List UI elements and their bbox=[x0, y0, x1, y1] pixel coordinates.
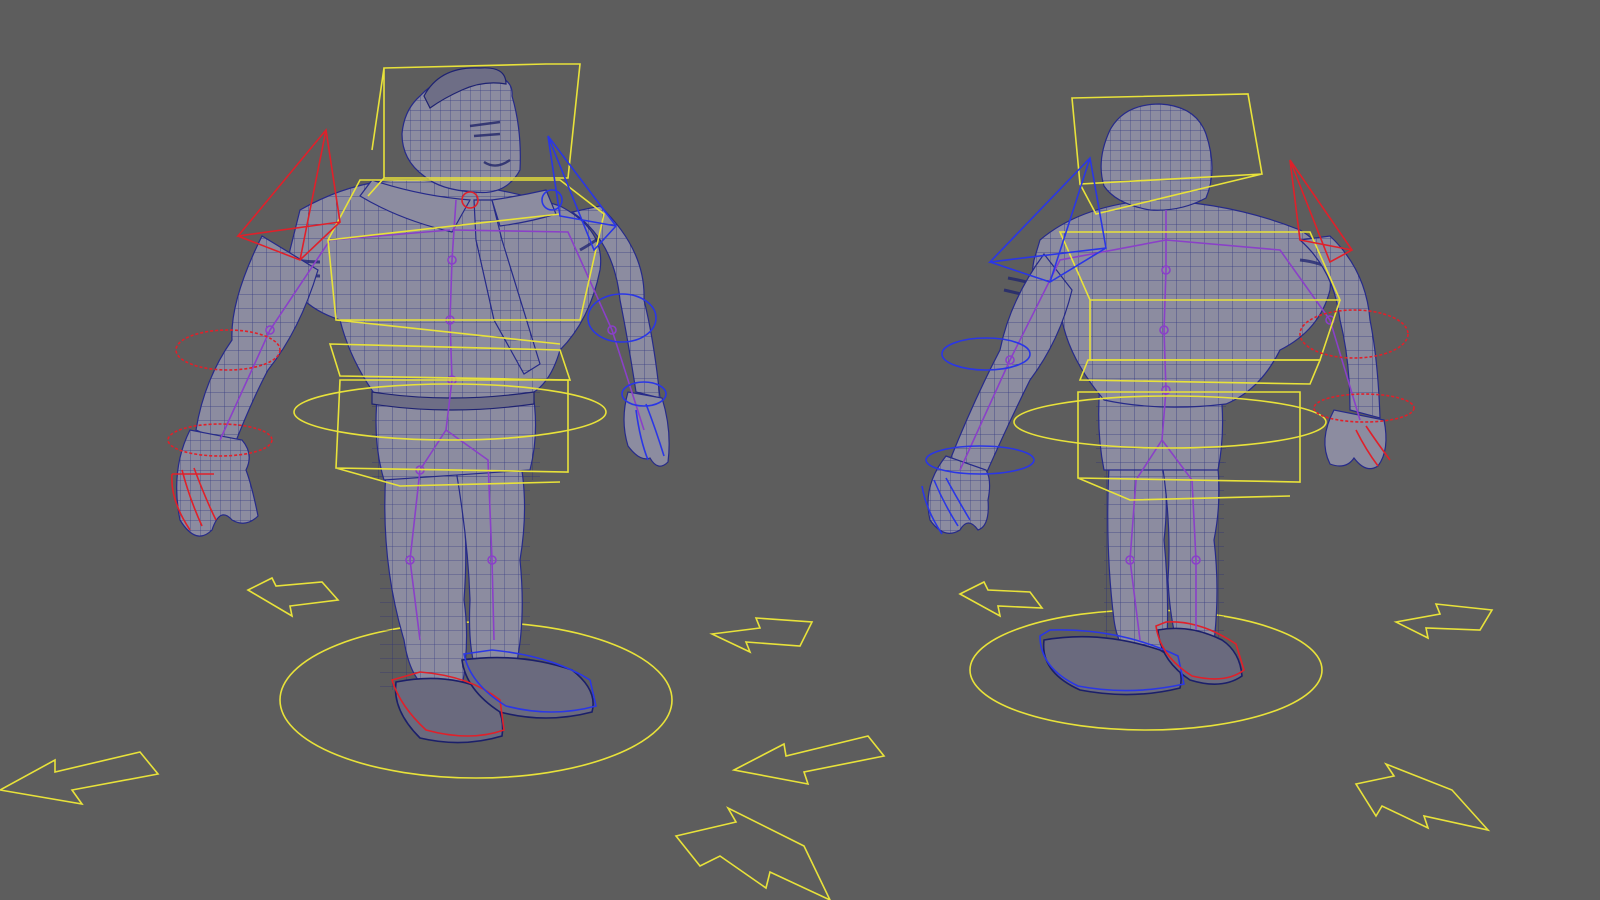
back-hand-right-mesh bbox=[1324, 409, 1387, 470]
arrow-right-front-center[interactable] bbox=[709, 617, 814, 654]
arrow-right-back-right[interactable] bbox=[1393, 603, 1494, 640]
arrow-down-front-center[interactable] bbox=[674, 806, 831, 900]
arrow-small-front-left[interactable] bbox=[246, 576, 340, 618]
3d-viewport[interactable] bbox=[0, 0, 1600, 900]
character-back-view[interactable] bbox=[921, 93, 1415, 731]
arrow-left-front-center[interactable] bbox=[731, 735, 886, 786]
viewport-canvas[interactable] bbox=[0, 0, 1600, 900]
arrow-down-back-right[interactable] bbox=[1354, 762, 1491, 832]
character-front-view[interactable] bbox=[167, 63, 673, 779]
leg-wireframe bbox=[380, 460, 530, 690]
arrow-small-back-left[interactable] bbox=[958, 580, 1044, 618]
arrow-left-front-left[interactable] bbox=[0, 751, 160, 806]
